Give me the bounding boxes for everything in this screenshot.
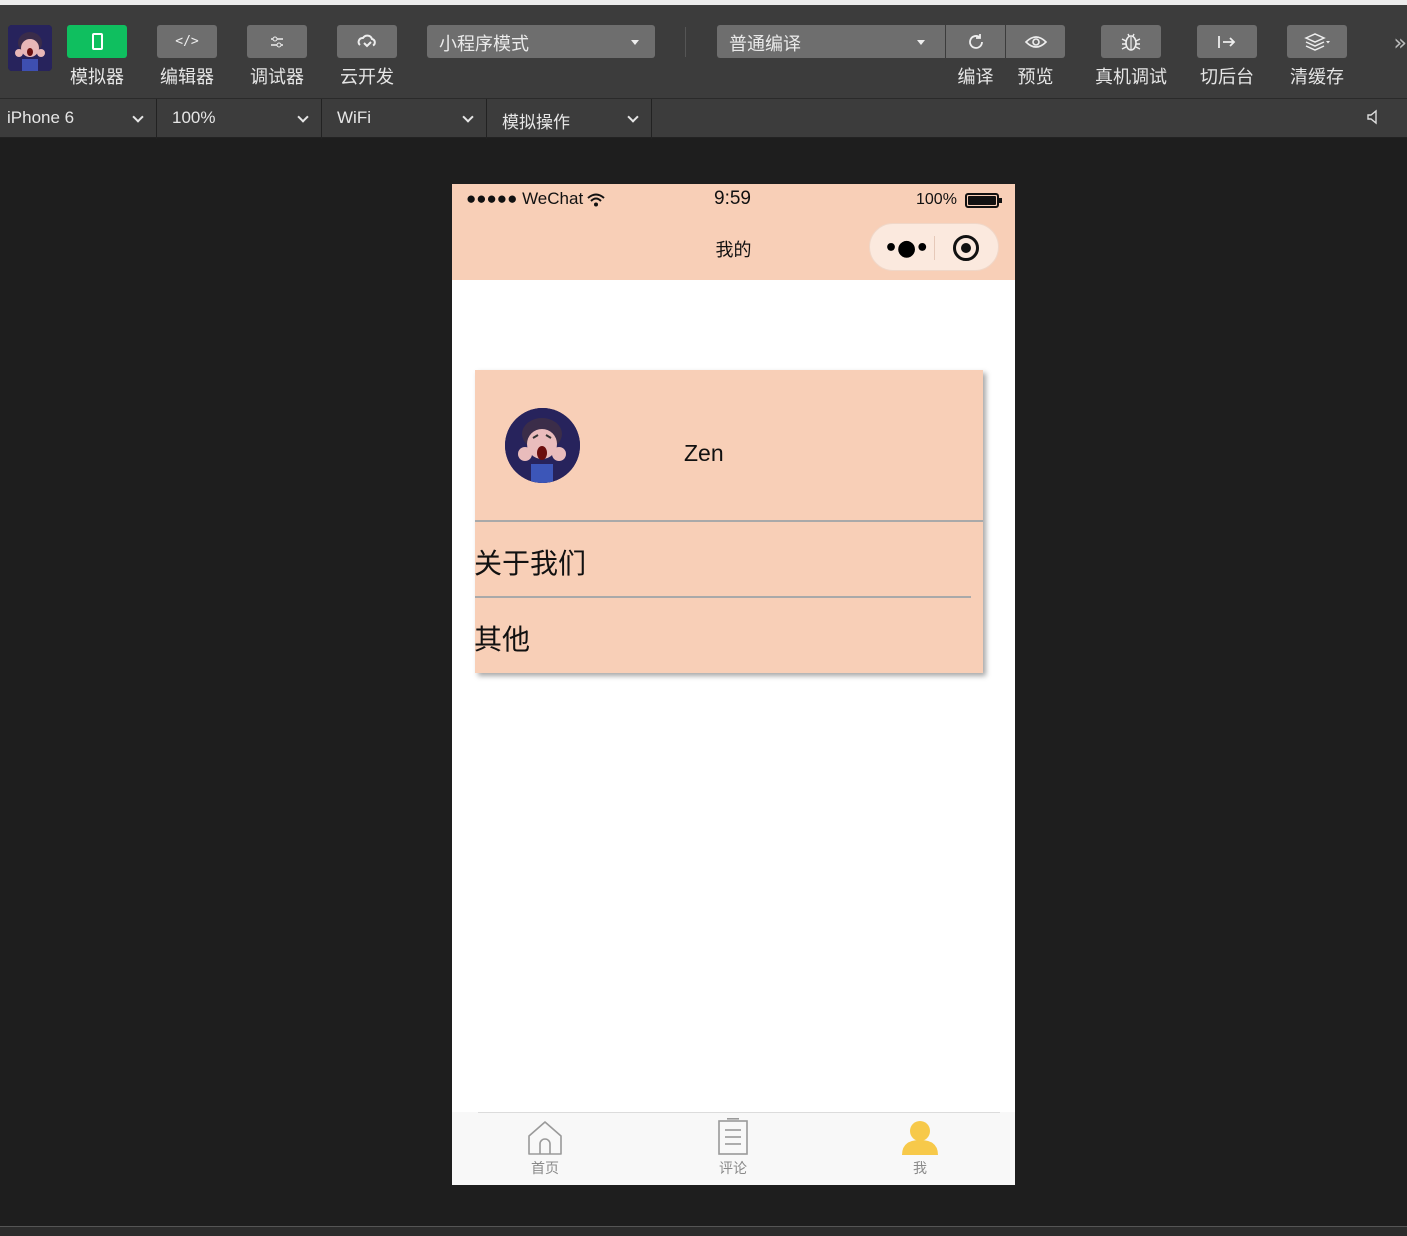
- document-icon: [718, 1118, 748, 1155]
- nav-bar: 我的 •●•: [452, 216, 1015, 280]
- battery-percent: 100%: [916, 191, 957, 208]
- zoom-select[interactable]: 100%: [157, 99, 322, 139]
- bug-icon: [1121, 33, 1141, 51]
- home-icon: [528, 1121, 562, 1155]
- speaker-icon[interactable]: [1366, 109, 1380, 129]
- toolbar-divider: [685, 27, 686, 57]
- capsule-divider: [934, 236, 935, 260]
- chevron-down-icon: [917, 40, 925, 45]
- tab-home[interactable]: 首页: [495, 1118, 595, 1184]
- compile-select[interactable]: 普通编译: [717, 25, 945, 58]
- status-time: 9:59: [714, 188, 751, 209]
- window-bottom-strip: [0, 1226, 1407, 1236]
- tab-home-label: 首页: [531, 1161, 559, 1177]
- wifi-icon: [587, 193, 605, 207]
- menu-item-about[interactable]: 关于我们: [474, 542, 586, 582]
- background-button[interactable]: [1197, 25, 1257, 58]
- cloud-link-icon: [357, 34, 376, 47]
- eye-icon: [1024, 35, 1047, 48]
- status-bar: ●●●●● WeChat 9:59 100%: [452, 184, 1015, 216]
- preview-button[interactable]: [1006, 25, 1065, 58]
- compile-label: 编译: [957, 67, 994, 88]
- code-icon: </>: [175, 34, 199, 49]
- devtools-toolbar: 模拟器 </> 编辑器 调试器 云开发 小程序模式 普通编译 编译 预览 真机调…: [0, 5, 1407, 98]
- carrier-text: ●●●●● WeChat: [466, 189, 584, 208]
- chevron-down-icon: [462, 111, 474, 123]
- layers-icon: [1304, 32, 1330, 51]
- tab-bar-border: [478, 1112, 1000, 1113]
- refresh-icon: [968, 33, 983, 49]
- editor-label: 编辑器: [160, 67, 214, 88]
- clear-cache-label: 清缓存: [1290, 67, 1344, 88]
- device-select-value: iPhone 6: [7, 108, 75, 127]
- device-select[interactable]: iPhone 6: [0, 99, 157, 139]
- clear-cache-button[interactable]: [1287, 25, 1347, 58]
- chevron-down-icon: [132, 111, 144, 123]
- chevron-down-icon: [631, 40, 639, 45]
- chevron-down-icon: [627, 111, 639, 123]
- mode-select-value: 小程序模式: [439, 34, 529, 55]
- remote-debug-button[interactable]: [1101, 25, 1161, 58]
- network-select-value: WiFi: [337, 108, 371, 127]
- simulator-button[interactable]: [67, 25, 127, 58]
- user-icon: [902, 1121, 938, 1155]
- menu-item-other[interactable]: 其他: [474, 618, 530, 658]
- network-select[interactable]: WiFi: [322, 99, 487, 139]
- profile-card: Zen 关于我们 其他: [474, 370, 983, 673]
- battery-icon: [965, 193, 1002, 208]
- tab-comments-label: 评论: [719, 1161, 747, 1177]
- user-avatar[interactable]: [8, 25, 52, 71]
- simulate-select-value: 模拟操作: [502, 113, 570, 132]
- cloud-dev-button[interactable]: [337, 25, 397, 58]
- cloud-dev-label: 云开发: [340, 67, 394, 88]
- background-label: 切后台: [1200, 67, 1254, 88]
- chevron-down-icon: [297, 111, 309, 123]
- debugger-label: 调试器: [250, 67, 304, 88]
- editor-button[interactable]: </>: [157, 25, 217, 58]
- more-dots-icon[interactable]: •●•: [884, 236, 929, 261]
- divider: [475, 520, 983, 522]
- phone-icon: [91, 33, 103, 50]
- profile-avatar[interactable]: [505, 408, 580, 483]
- close-target-icon[interactable]: [953, 235, 979, 261]
- sliders-icon: [271, 36, 283, 47]
- divider: [475, 596, 971, 598]
- compile-button[interactable]: [946, 25, 1005, 58]
- tab-bar: 首页 评论 我: [452, 1112, 1015, 1185]
- debugger-button[interactable]: [247, 25, 307, 58]
- menu-capsule: •●•: [869, 223, 999, 271]
- zoom-select-value: 100%: [172, 108, 216, 127]
- mode-select[interactable]: 小程序模式: [427, 25, 655, 58]
- preview-label: 预览: [1017, 67, 1054, 88]
- tab-comments[interactable]: 评论: [683, 1118, 783, 1184]
- more-chevron-icon[interactable]: »: [1394, 31, 1407, 56]
- tab-me-label: 我: [913, 1161, 927, 1177]
- simulator-label: 模拟器: [70, 67, 124, 88]
- device-bar: iPhone 6 100% WiFi 模拟操作: [0, 98, 1407, 139]
- simulate-select[interactable]: 模拟操作: [487, 99, 652, 139]
- phone-simulator: ●●●●● WeChat 9:59 100% 我的 •●• Zen 关于我们 其…: [452, 184, 1015, 1185]
- compile-select-value: 普通编译: [729, 34, 801, 55]
- remote-debug-label: 真机调试: [1095, 67, 1167, 88]
- tab-me[interactable]: 我: [870, 1118, 970, 1184]
- username: Zen: [684, 440, 724, 466]
- switch-icon: [1218, 35, 1236, 48]
